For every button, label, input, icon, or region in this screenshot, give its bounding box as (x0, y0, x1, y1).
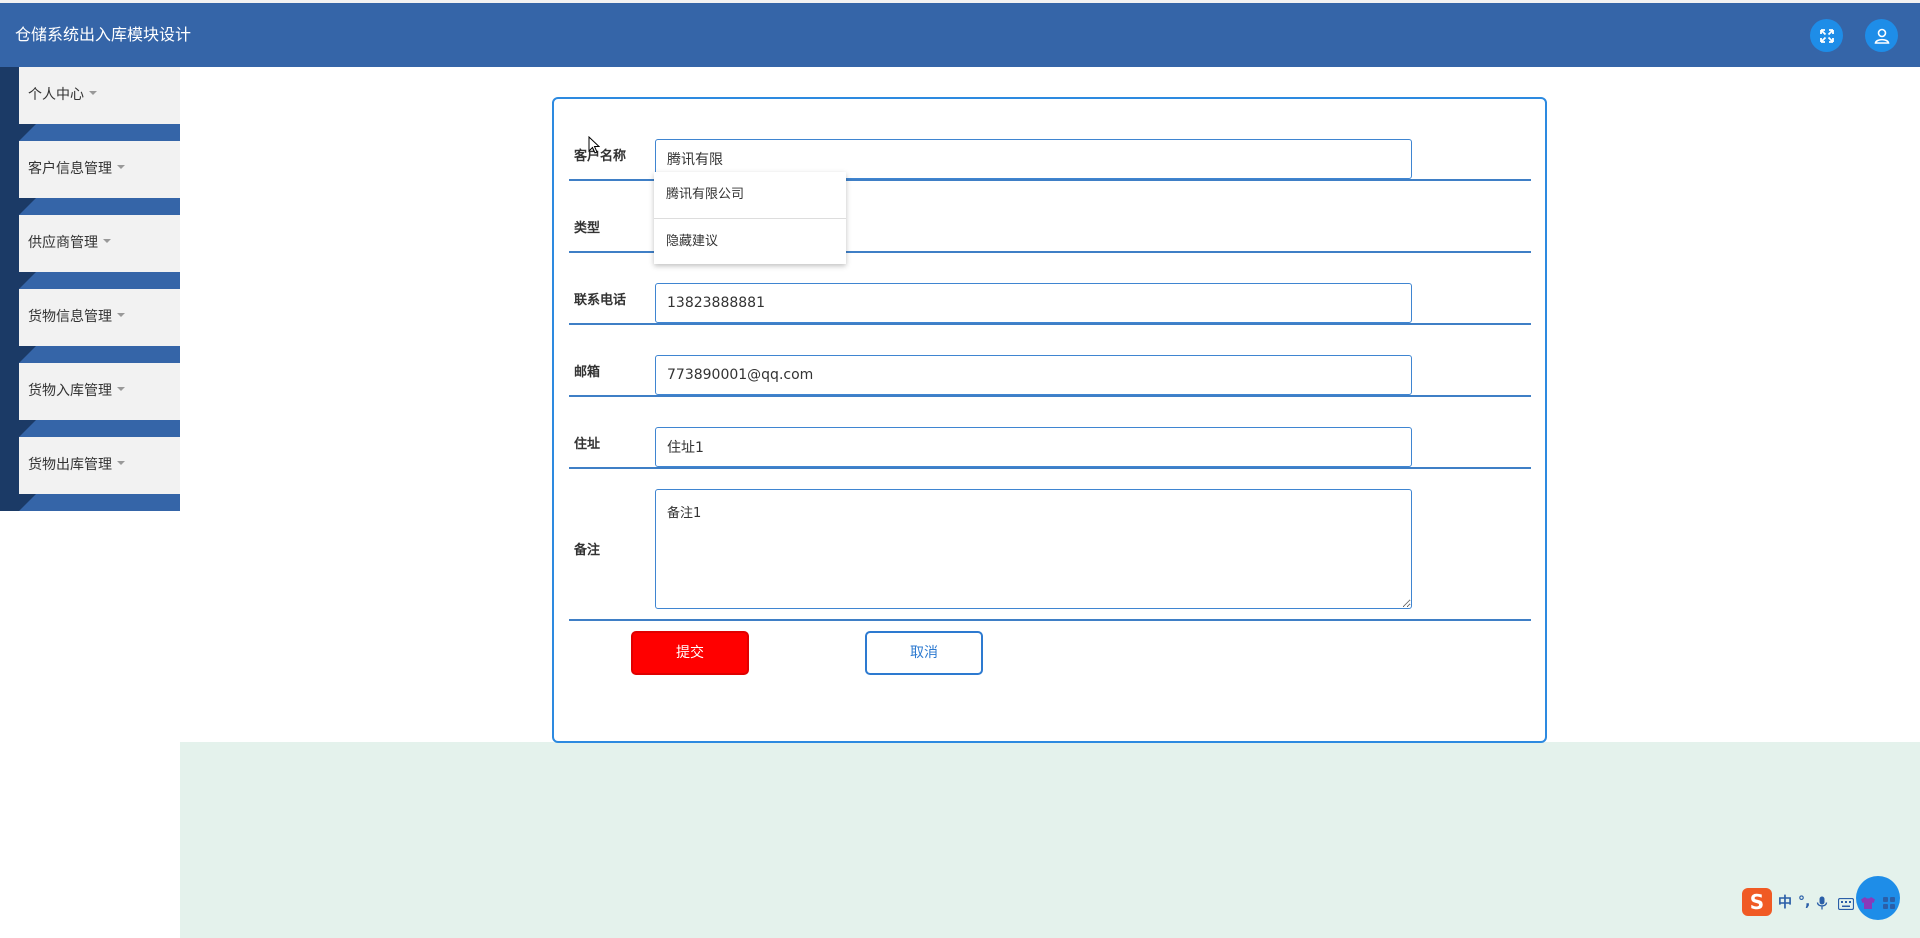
sidebar-item-personal-center[interactable]: 个人中心 (0, 67, 180, 141)
sidebar: 个人中心 客户信息管理 供应商管理 货物信息管理 货物入库管理 货物出库管理 (0, 67, 180, 511)
footer-area (180, 742, 1920, 938)
suggestion-option[interactable]: 腾讯有限公司 (654, 172, 846, 218)
address-input[interactable] (655, 427, 1412, 467)
keyboard-icon[interactable] (1838, 895, 1855, 911)
caret-down-icon (89, 91, 97, 95)
sogou-logo-icon[interactable]: S (1742, 888, 1772, 916)
form-row-email: 邮箱 (569, 325, 1531, 397)
hide-suggestions-option[interactable]: 隐藏建议 (654, 218, 846, 264)
grid-apps-icon[interactable] (1882, 895, 1898, 909)
address-label: 住址 (574, 437, 601, 452)
ime-mode-toggle[interactable]: 中 (1778, 892, 1792, 912)
top-header: 仓储系统出入库模块设计 (0, 0, 1920, 67)
caret-down-icon (117, 313, 125, 317)
type-label: 类型 (574, 221, 601, 236)
fullscreen-icon[interactable] (1810, 19, 1843, 52)
sidebar-item-supplier[interactable]: 供应商管理 (0, 215, 180, 289)
caret-down-icon (117, 387, 125, 391)
sidebar-item-label: 客户信息管理 (28, 161, 112, 177)
remark-label: 备注 (574, 543, 601, 558)
phone-label: 联系电话 (574, 293, 627, 308)
sidebar-item-label: 个人中心 (28, 87, 84, 103)
skin-shirt-icon[interactable] (1860, 895, 1876, 909)
sidebar-item-goods-info[interactable]: 货物信息管理 (0, 289, 180, 363)
ime-toolbar: S 中 °, (1742, 886, 1920, 918)
sidebar-item-label: 货物入库管理 (28, 383, 112, 399)
form-row-remark: 备注 备注1 (569, 469, 1531, 621)
autocomplete-dropdown: 腾讯有限公司 隐藏建议 (654, 172, 846, 264)
sidebar-item-goods-outbound[interactable]: 货物出库管理 (0, 437, 180, 511)
name-label: 客户名称 (574, 149, 627, 164)
user-icon[interactable] (1865, 19, 1898, 52)
submit-button[interactable]: 提交 (631, 631, 749, 675)
remark-textarea[interactable]: 备注1 (655, 489, 1412, 609)
sidebar-item-goods-inbound[interactable]: 货物入库管理 (0, 363, 180, 437)
sidebar-item-label: 货物出库管理 (28, 457, 112, 473)
sidebar-item-label: 货物信息管理 (28, 309, 112, 325)
caret-down-icon (117, 461, 125, 465)
caret-down-icon (103, 239, 111, 243)
email-input[interactable] (655, 355, 1412, 395)
form-row-address: 住址 (569, 397, 1531, 469)
sidebar-item-customer-info[interactable]: 客户信息管理 (0, 141, 180, 215)
ime-punct-toggle[interactable]: °, (1798, 894, 1810, 910)
cancel-button[interactable]: 取消 (865, 631, 983, 675)
app-title: 仓储系统出入库模块设计 (15, 25, 192, 44)
phone-input[interactable] (655, 283, 1412, 323)
mouse-cursor-icon (588, 135, 601, 158)
sidebar-item-label: 供应商管理 (28, 235, 98, 251)
email-label: 邮箱 (574, 365, 601, 380)
form-row-name: 客户名称 (569, 109, 1531, 181)
microphone-icon[interactable] (1816, 895, 1832, 910)
caret-down-icon (117, 165, 125, 169)
